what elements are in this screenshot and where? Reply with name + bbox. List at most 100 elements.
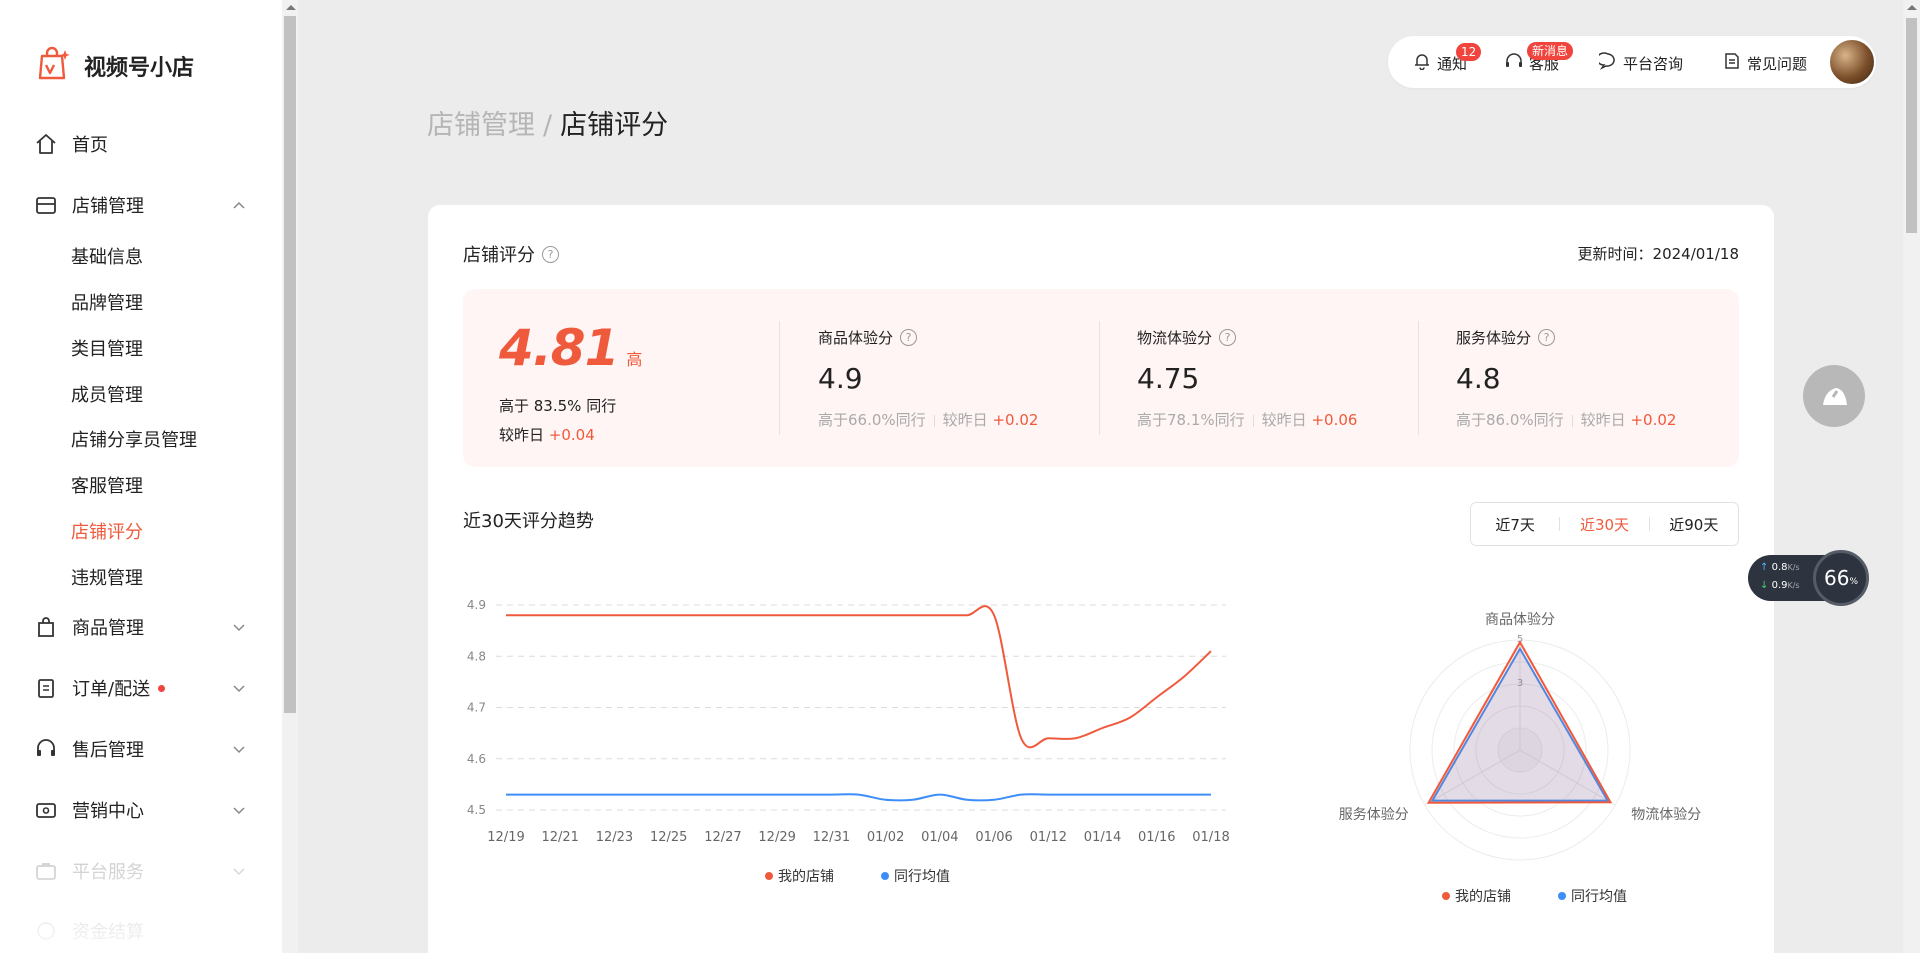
clipboard-icon [34, 676, 58, 700]
x-tick-label: 12/31 [813, 830, 850, 845]
tab-30-days[interactable]: 近30天 [1560, 514, 1648, 535]
y-tick-label: 4.7 [467, 701, 486, 715]
score-percentile: 高于86.0%同行 [1456, 411, 1564, 429]
sidebar-subitem-store-rating[interactable]: 店铺评分 [71, 518, 143, 548]
chat-bubble-icon [1596, 52, 1617, 74]
sidebar-subitem-customer-service[interactable]: 客服管理 [71, 472, 143, 502]
x-tick-label: 01/04 [921, 830, 958, 845]
score-summary-panel: 4.81 高 高于 83.5% 同行 较昨日 +0.04 商品体验分? 4.9 … [463, 289, 1739, 467]
platform-consult-button[interactable]: 平台咨询 [1596, 52, 1683, 74]
tab-7-days[interactable]: 近7天 [1471, 514, 1559, 535]
sidebar-subitem-sharers[interactable]: 店铺分享员管理 [71, 426, 197, 456]
cpu-usage-unit: % [1849, 577, 1858, 587]
help-icon[interactable]: ? [900, 329, 918, 346]
sidebar-subitem-category[interactable]: 类目管理 [71, 335, 143, 365]
page-scrollbar-thumb[interactable] [1906, 18, 1917, 233]
help-icon[interactable]: ? [1219, 329, 1237, 346]
legend-marker [1558, 892, 1566, 900]
y-tick-label: 4.5 [467, 803, 486, 817]
chevron-down-icon [232, 679, 246, 700]
x-tick-label: 01/12 [1030, 830, 1067, 845]
avatar[interactable] [1828, 38, 1876, 86]
x-tick-label: 12/19 [487, 830, 524, 845]
sidebar-scrollbar-thumb[interactable] [284, 16, 296, 713]
sidebar-scrollbar[interactable] [282, 0, 298, 953]
y-tick-label: 4.6 [467, 752, 486, 766]
sidebar-subitem-brand[interactable]: 品牌管理 [71, 289, 143, 319]
sidebar-item-label: 资金结算 [72, 922, 144, 943]
service-experience-score: 服务体验分? 4.8 高于86.0%同行 较昨日 +0.02 [1456, 327, 1676, 430]
score-value: 4.9 [818, 362, 863, 395]
sidebar-item-orders[interactable]: 订单/配送 [34, 670, 254, 706]
page-title: 店铺评分 [560, 110, 669, 141]
chevron-down-icon [232, 618, 246, 639]
sidebar-item-products[interactable]: 商品管理 [34, 609, 254, 645]
sidebar-subitem-violations[interactable]: 违规管理 [71, 564, 143, 594]
card-title-text: 店铺评分 [463, 245, 535, 266]
sidebar-item-label: 订单/配送 [72, 679, 151, 700]
cpu-usage-indicator[interactable]: 66% [1813, 550, 1869, 606]
change-value: +0.02 [992, 411, 1039, 429]
change-label: 较昨日 [1580, 411, 1626, 429]
sidebar-item-label: 店铺管理 [72, 196, 144, 217]
change-label: 较昨日 [1261, 411, 1307, 429]
sidebar-subitem-members[interactable]: 成员管理 [71, 381, 143, 411]
sidebar-item-home[interactable]: 首页 [34, 126, 254, 162]
change-value: +0.04 [548, 426, 595, 444]
x-tick-label: 01/06 [975, 830, 1012, 845]
change-value: +0.02 [1630, 411, 1677, 429]
product-experience-score: 商品体验分? 4.9 高于66.0%同行 较昨日 +0.02 [818, 327, 1038, 430]
floating-assistant-button[interactable] [1803, 365, 1865, 427]
tab-90-days[interactable]: 近90天 [1650, 514, 1738, 535]
upload-speed: ↑ 0.8K/s [1760, 562, 1800, 573]
help-icon[interactable]: ? [1538, 329, 1556, 346]
score-percentile: 高于78.1%同行 [1137, 411, 1245, 429]
divider [779, 321, 780, 435]
page-scrollbar[interactable] [1903, 0, 1920, 953]
total-score-level: 高 [626, 350, 643, 369]
shop-bag-logo-icon [36, 46, 72, 86]
range-tabs: 近7天 近30天 近90天 [1470, 502, 1739, 546]
radar-axis-label: 物流体验分 [1631, 807, 1701, 823]
breadcrumb-parent[interactable]: 店铺管理 [427, 110, 535, 141]
chevron-down-icon [232, 862, 246, 883]
score-value: 4.8 [1456, 362, 1501, 395]
sidebar-item-label: 售后管理 [72, 740, 144, 761]
logistics-experience-score: 物流体验分? 4.75 高于78.1%同行 较昨日 +0.06 [1137, 327, 1357, 430]
notification-badge: 12 [1456, 43, 1482, 61]
change-label: 较昨日 [499, 426, 545, 444]
download-speed: ↓ 0.9K/s [1760, 580, 1800, 591]
score-name: 服务体验分 [1456, 329, 1532, 347]
trend-title: 近30天评分趋势 [463, 511, 594, 532]
score-name: 商品体验分 [818, 329, 894, 347]
y-tick-label: 4.8 [467, 649, 486, 663]
sidebar-item-settlement[interactable]: 资金结算 [34, 913, 254, 949]
help-icon[interactable]: ? [542, 245, 559, 263]
y-tick-label: 4.9 [467, 598, 486, 612]
scroll-up-arrow-icon[interactable] [1907, 5, 1917, 10]
peer-average-series-line [505, 793, 1211, 802]
total-score-percentile: 高于 83.5% 同行 [499, 397, 617, 415]
legend-label: 我的店铺 [1455, 889, 1511, 905]
notification-dot [158, 684, 166, 692]
app-name: 视频号小店 [84, 56, 195, 81]
faq-button[interactable]: 常见问题 [1723, 52, 1807, 74]
chevron-down-icon [232, 740, 246, 761]
document-icon [1723, 52, 1741, 74]
scroll-up-arrow-icon[interactable] [286, 5, 296, 10]
breadcrumb: 店铺管理 / 店铺评分 [427, 103, 668, 142]
x-tick-label: 12/27 [704, 830, 741, 845]
bubble-icon [1823, 388, 1847, 405]
sidebar-item-platform-services[interactable]: 平台服务 [34, 853, 254, 889]
sidebar-item-label: 平台服务 [72, 862, 144, 883]
sidebar-item-store-management[interactable]: 店铺管理 [34, 187, 254, 223]
sidebar-subitem-basic-info[interactable]: 基础信息 [71, 243, 143, 273]
new-message-badge: 新消息 [1527, 42, 1574, 60]
score-percentile: 高于66.0%同行 [818, 411, 926, 429]
radar-axis-label: 商品体验分 [1485, 612, 1555, 628]
x-tick-label: 01/18 [1192, 830, 1229, 845]
sidebar: 视频号小店 首页 店铺管理 基础信息 品牌管理 类目管理 成员管理 店铺分享员管… [0, 0, 282, 953]
sidebar-item-marketing[interactable]: 营销中心 [34, 792, 254, 828]
app-logo[interactable]: 视频号小店 [36, 46, 194, 86]
sidebar-item-after-sales[interactable]: 售后管理 [34, 731, 254, 767]
